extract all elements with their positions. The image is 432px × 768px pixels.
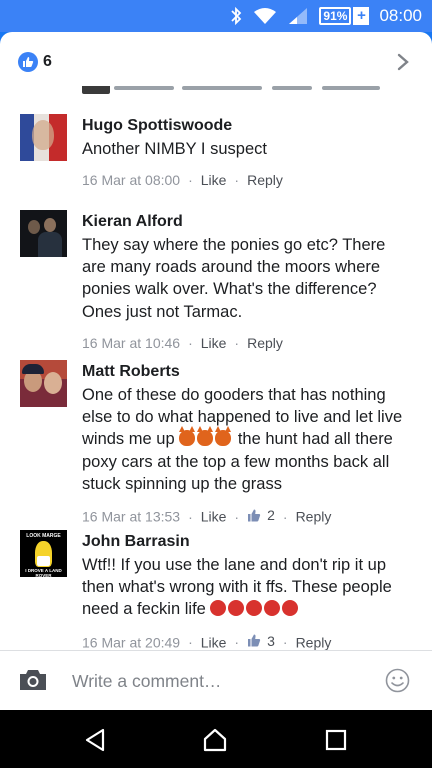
comment-meta: 16 Mar at 20:49 · Like · 3 · Reply [82, 632, 332, 651]
avatar-caption-bottom: I DROVE A LAND ROVER [25, 568, 62, 577]
avatar[interactable] [20, 360, 67, 407]
like-thumb-icon [18, 52, 38, 72]
comment-author[interactable]: Kieran Alford [82, 212, 412, 232]
smiling-devil-emoji [215, 426, 232, 447]
like-link[interactable]: Like [201, 634, 227, 650]
smiling-devil-emoji [197, 426, 214, 447]
reply-link[interactable]: Reply [247, 172, 283, 188]
comment-body: Hugo Spottiswoode Another NIMBY I suspec… [82, 116, 412, 189]
like-link[interactable]: Like [201, 172, 227, 188]
chevron-right-icon[interactable] [396, 52, 410, 72]
status-icons: 91% + 08:00 [229, 6, 422, 26]
battery-percent: 91% [319, 7, 352, 25]
angry-face-emoji [246, 600, 263, 617]
comment-composer [0, 650, 432, 710]
like-thumb-icon [248, 634, 261, 647]
recent-apps-icon[interactable] [323, 727, 349, 753]
wifi-icon [254, 8, 277, 24]
avatar-caption-top: LOOK MARGE [26, 533, 61, 539]
comment-text: They say where the ponies go etc? There … [82, 236, 386, 321]
reaction-count[interactable]: 3 [247, 632, 275, 650]
comment-item: Hugo Spottiswoode Another NIMBY I suspec… [0, 94, 432, 190]
avatar[interactable] [20, 114, 67, 161]
emoji-picker-icon[interactable] [385, 668, 410, 693]
previous-comment-fragment [82, 86, 382, 94]
likes-count: 6 [43, 53, 52, 70]
comment-item: Kieran Alford They say where the ponies … [0, 190, 432, 351]
status-time: 08:00 [379, 6, 422, 25]
comment-meta: 16 Mar at 08:00 · Like · Reply [82, 172, 283, 189]
bluetooth-icon [231, 6, 242, 26]
avatar[interactable] [20, 210, 67, 257]
comment-author[interactable]: John Barrasin [82, 532, 412, 552]
comment-timestamp[interactable]: 16 Mar at 20:49 [82, 634, 180, 650]
comment-author[interactable]: Matt Roberts [82, 362, 412, 382]
angry-face-emoji [228, 600, 245, 617]
angry-face-emoji [210, 600, 227, 617]
comment-timestamp[interactable]: 16 Mar at 08:00 [82, 172, 180, 188]
comment-item: LOOK MARGE I DROVE A LAND ROVER John Bar… [0, 510, 432, 650]
reply-link[interactable]: Reply [296, 634, 332, 650]
back-icon[interactable] [83, 727, 109, 753]
home-icon[interactable] [202, 727, 228, 753]
status-bar: 91% + 08:00 [0, 0, 432, 32]
reaction-count-value: 3 [267, 632, 275, 649]
comment-body: Kieran Alford They say where the ponies … [82, 212, 412, 352]
camera-icon[interactable] [18, 668, 48, 692]
comment-body: Matt Roberts One of these do gooders tha… [82, 362, 412, 526]
comment-item: Matt Roberts One of these do gooders tha… [0, 340, 432, 525]
comment-text: Another NIMBY I suspect [82, 140, 267, 158]
signal-icon [289, 8, 308, 24]
comment-author[interactable]: Hugo Spottiswoode [82, 116, 412, 136]
angry-face-emoji [282, 600, 299, 617]
battery-charging-icon: + [353, 7, 370, 25]
comment-text: One of these do gooders that has nothing… [82, 384, 412, 495]
comment-body: John Barrasin Wtf!! If you use the lane … [82, 532, 412, 651]
likes-header[interactable]: 6 [0, 32, 432, 90]
navigation-bar [0, 710, 432, 768]
smiling-devil-emoji [179, 426, 196, 447]
comment-list: Hugo Spottiswoode Another NIMBY I suspec… [0, 94, 432, 650]
angry-face-emoji [264, 600, 281, 617]
battery-indicator: 91% + [319, 7, 370, 25]
comment-text: Wtf!! If you use the lane and don't rip … [82, 554, 412, 621]
comments-panel: 6 Hugo Spottiswoode Another NIMBY I susp… [0, 32, 432, 710]
avatar[interactable]: LOOK MARGE I DROVE A LAND ROVER [20, 530, 67, 577]
comment-input[interactable] [72, 669, 352, 693]
